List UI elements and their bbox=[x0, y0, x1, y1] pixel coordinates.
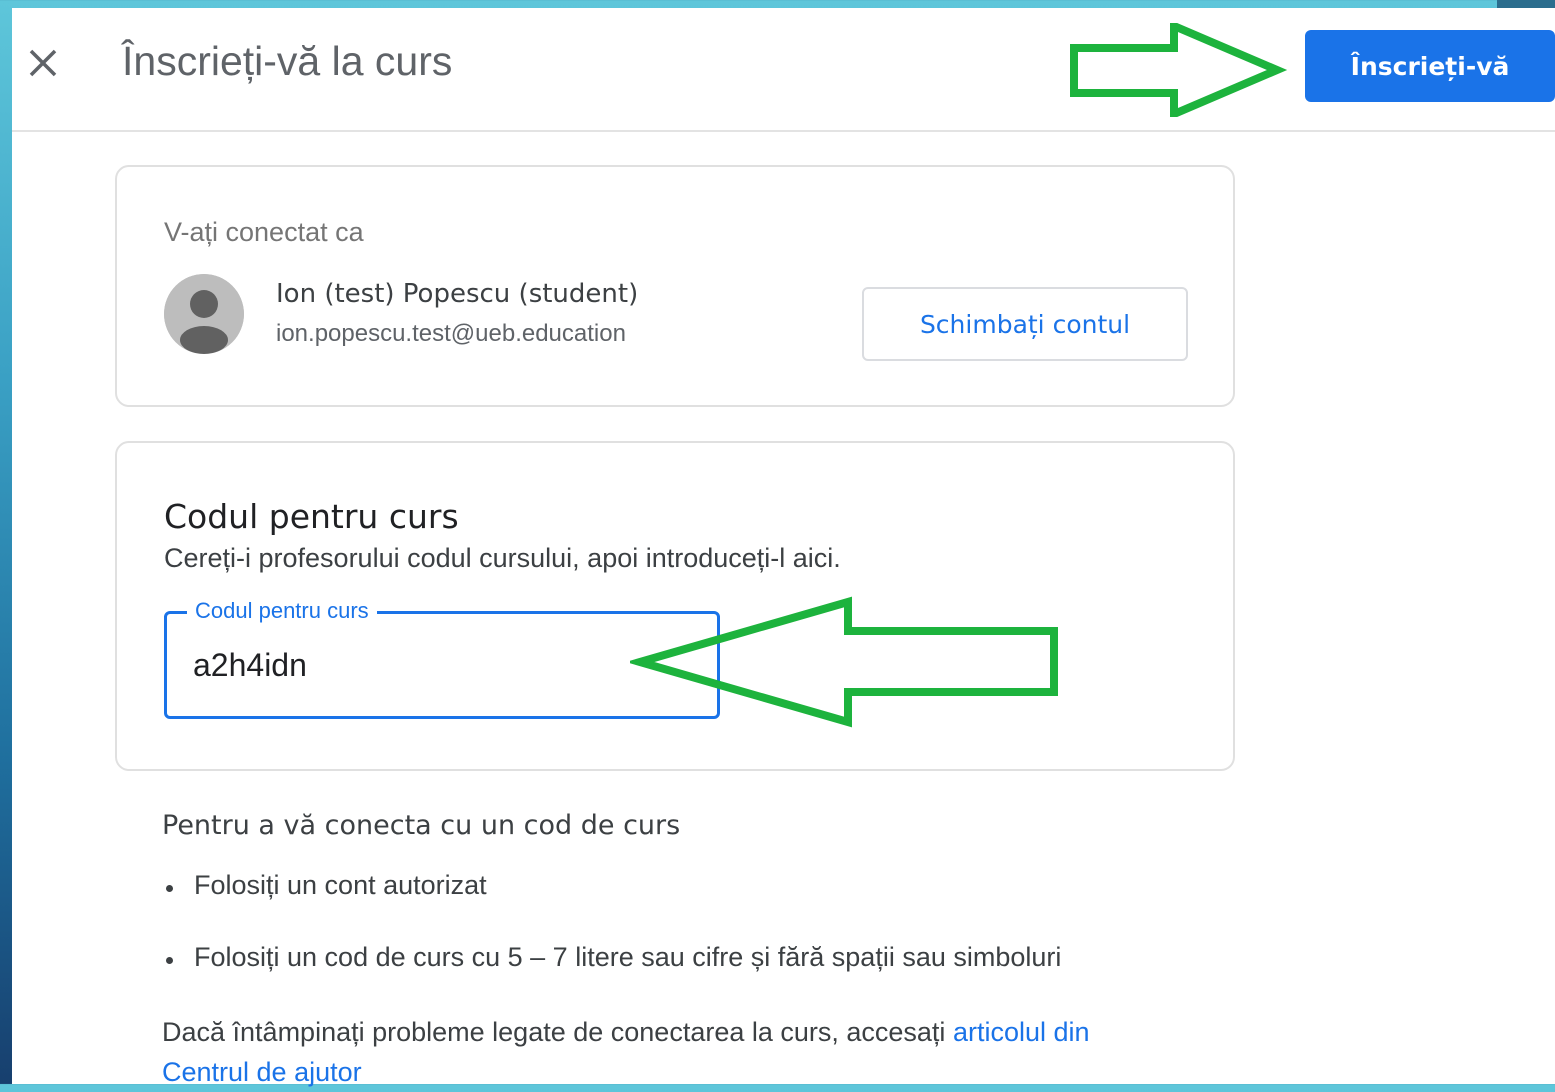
course-code-heading: Codul pentru curs bbox=[164, 497, 459, 536]
switch-account-button[interactable]: Schimbați contul bbox=[862, 287, 1188, 361]
person-avatar-icon bbox=[164, 274, 244, 354]
account-card: V-ați conectat ca Ion (test) Popescu (st… bbox=[115, 165, 1235, 407]
close-button[interactable] bbox=[26, 46, 60, 80]
course-code-field-label: Codul pentru curs bbox=[187, 598, 377, 624]
bullet-icon bbox=[166, 957, 173, 964]
course-code-description: Cereți-i profesorului codul cursului, ap… bbox=[164, 543, 841, 573]
close-icon bbox=[29, 49, 57, 77]
course-code-input[interactable] bbox=[193, 640, 693, 690]
help-heading: Pentru a vă conecta cu un cod de curs bbox=[162, 810, 681, 841]
help-item-text: Folosiți un cont autorizat bbox=[194, 870, 487, 900]
user-email: ion.popescu.test@ueb.education bbox=[276, 320, 626, 347]
user-name: Ion (test) Popescu (student) bbox=[276, 279, 639, 309]
course-code-field[interactable]: Codul pentru curs bbox=[164, 598, 720, 719]
help-footer-text: Dacă întâmpinați probleme legate de cone… bbox=[162, 1017, 953, 1047]
bullet-icon bbox=[166, 885, 173, 892]
join-class-dialog: Înscrieți-vă la curs Înscrieți-vă V-ați … bbox=[12, 8, 1555, 1087]
help-list: Folosiți un cont autorizat Folosiți un c… bbox=[162, 870, 1061, 1014]
background-strip bbox=[1497, 0, 1555, 8]
dialog-header: Înscrieți-vă la curs Înscrieți-vă bbox=[12, 8, 1555, 132]
course-code-card: Codul pentru curs Cereți-i profesorului … bbox=[115, 441, 1235, 771]
help-item-text: Folosiți un cod de curs cu 5 – 7 litere … bbox=[194, 942, 1062, 972]
list-item: Folosiți un cod de curs cu 5 – 7 litere … bbox=[162, 942, 1061, 1014]
help-footer: Dacă întâmpinați probleme legate de cone… bbox=[162, 1012, 1182, 1092]
page-title: Înscrieți-vă la curs bbox=[122, 38, 453, 84]
signed-in-label: V-ați conectat ca bbox=[164, 217, 364, 247]
join-button[interactable]: Înscrieți-vă bbox=[1305, 30, 1555, 102]
list-item: Folosiți un cont autorizat bbox=[162, 870, 1061, 942]
